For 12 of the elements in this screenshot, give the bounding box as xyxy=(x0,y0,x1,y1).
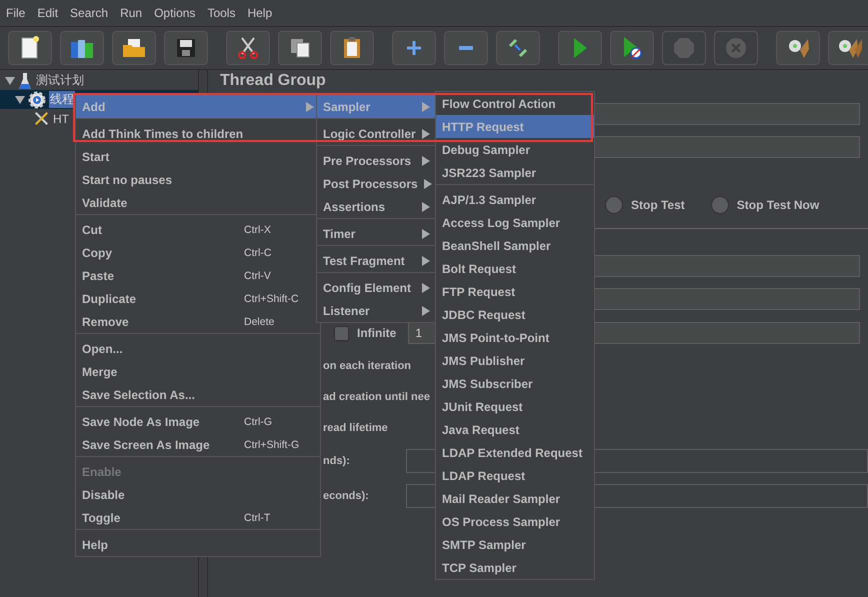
panel-title: Thread Group xyxy=(220,71,327,91)
option-label: ad creation until nee xyxy=(323,391,430,403)
tree-item-label: 线程 xyxy=(49,91,75,108)
field-label: nds): xyxy=(323,455,350,467)
tree-item-label: HT xyxy=(52,112,70,126)
option-label: on each iteration xyxy=(323,360,412,372)
checkbox-label: Infinite xyxy=(357,326,396,340)
field-label: econds): xyxy=(323,490,369,502)
radio-label: Stop Test Now xyxy=(736,198,820,212)
option-label: read lifetime xyxy=(323,422,388,434)
radio-label: Stop Test xyxy=(631,198,685,212)
tree-item-label: 测试计划 xyxy=(35,72,85,89)
